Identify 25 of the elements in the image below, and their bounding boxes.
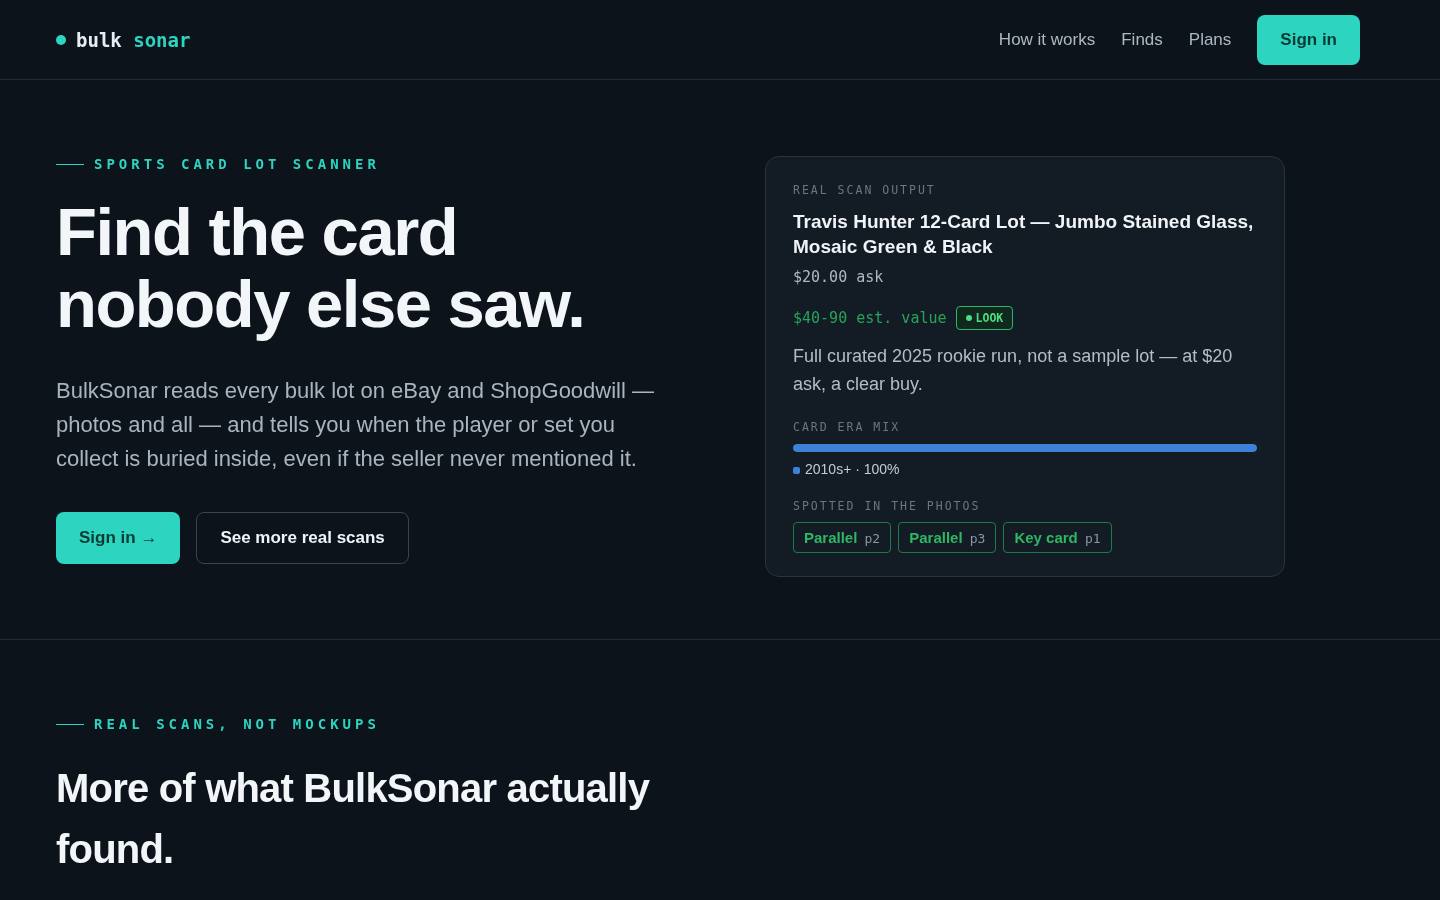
section-title: More of what BulkSonar actually found. bbox=[56, 765, 651, 873]
logo-text[interactable]: bulk sonar bbox=[76, 28, 191, 51]
legend-label: 2010s+ · 100% bbox=[805, 461, 900, 477]
card-label: REAL SCAN OUTPUT bbox=[793, 183, 937, 197]
spotted-tag: Key card p1 bbox=[1003, 522, 1112, 553]
eyebrow-label: REAL SCANS, NOT MOCKUPS bbox=[94, 716, 380, 732]
lot-title: Travis Hunter 12-Card Lot — Jumbo Stained Glass, Mosaic Green & Black bbox=[793, 210, 1255, 259]
spotted-tag: Parallel p3 bbox=[898, 522, 997, 553]
sign-in-button[interactable]: Sign in → bbox=[56, 512, 181, 564]
verdict-badge: LOOK bbox=[955, 306, 1014, 330]
estimated-value: $40-90 est. value bbox=[793, 309, 947, 327]
spotted-label: SPOTTED IN THE PHOTOS bbox=[793, 499, 982, 513]
spotted-tag: Parallel p2 bbox=[793, 522, 892, 553]
sign-in-button[interactable]: Sign in bbox=[1257, 14, 1360, 65]
scan-note: Full curated 2025 rookie run, not a sample lot — at $20 ask, a clear buy. bbox=[793, 345, 1234, 396]
logo-dot-icon bbox=[56, 34, 66, 45]
hero-title: Find the card nobody else saw. bbox=[56, 196, 586, 340]
eyebrow-label: SPORTS CARD LOT SCANNER bbox=[94, 156, 380, 172]
nav-link[interactable]: Finds bbox=[1121, 29, 1163, 50]
nav-link[interactable]: Plans bbox=[1188, 29, 1232, 50]
era-mix-label: CARD ERA MIX bbox=[793, 420, 902, 434]
ask-price: $20.00 ask bbox=[793, 268, 885, 286]
nav-link[interactable]: How it works bbox=[998, 29, 1096, 50]
see-more-scans-button[interactable]: See more real scans bbox=[196, 512, 409, 564]
hero-description: BulkSonar reads every bulk lot on eBay and ShopGoodwill — photos and all — and tells you when the player or set you collect is buried inside, even if the seller never mentioned it. bbox=[56, 377, 655, 473]
